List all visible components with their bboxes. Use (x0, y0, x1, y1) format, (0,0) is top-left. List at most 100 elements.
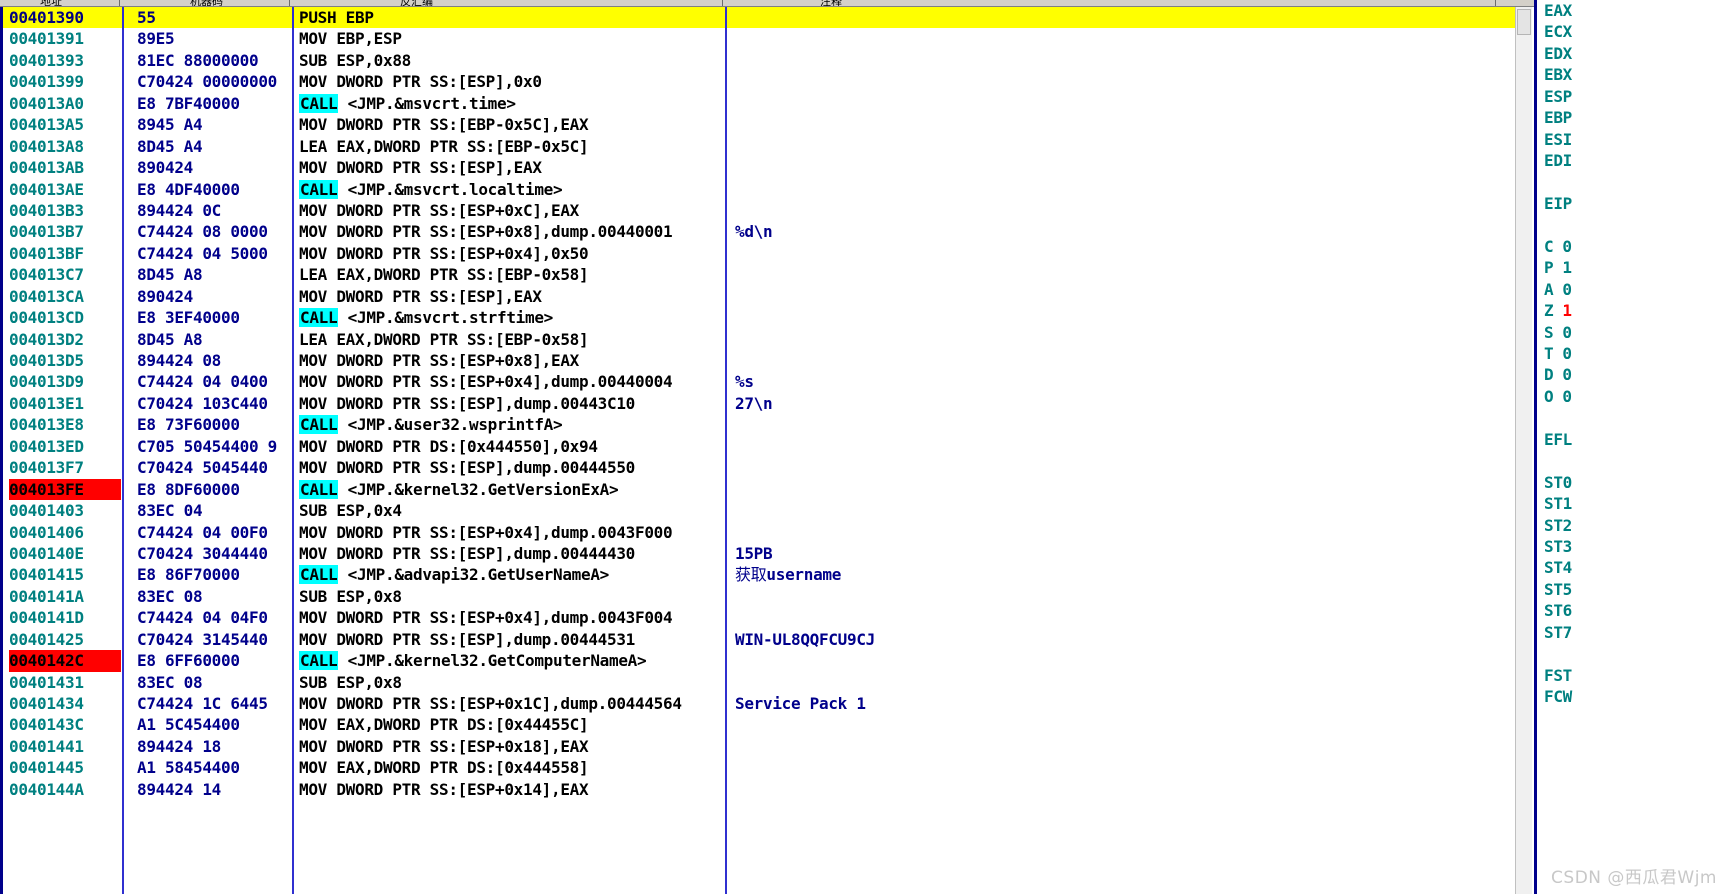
flag-a[interactable]: A0 (1537, 279, 1725, 300)
row-disassembly[interactable]: MOV DWORD PTR SS:[ESP+0x1C],dump.0044456… (299, 693, 723, 714)
fpu-status-fcw[interactable]: FCW (1537, 686, 1725, 707)
disassembly-row[interactable]: 004013CD E8 3EF40000 CALL <JMP.&msvcrt.str… (3, 307, 1515, 328)
row-address[interactable]: 004013B3 (9, 200, 121, 221)
row-address[interactable]: 004013A0 (9, 93, 121, 114)
row-machine-code[interactable]: 89E5 (137, 28, 289, 49)
row-machine-code[interactable]: 8D45 A8 (137, 264, 289, 285)
row-machine-code[interactable]: 83EC 08 (137, 586, 289, 607)
row-address[interactable]: 004013CA (9, 286, 121, 307)
flag-p[interactable]: P1 (1537, 257, 1725, 278)
disassembly-row[interactable]: 0040143C A1 5C454400 MOV EAX,DWORD PTR DS:… (3, 714, 1515, 735)
fpu-st1[interactable]: ST1 (1537, 493, 1725, 514)
row-disassembly[interactable]: MOV DWORD PTR SS:[ESP],dump.00444531 (299, 629, 723, 650)
row-address[interactable]: 004013AE (9, 179, 121, 200)
row-machine-code[interactable]: 890424 (137, 157, 289, 178)
row-disassembly[interactable]: CALL <JMP.&kernel32.GetComputerNameA> (299, 650, 723, 671)
flag-value[interactable]: 0 (1562, 323, 1572, 342)
column-header-comment[interactable]: 注释 (820, 0, 842, 6)
disassembly-row[interactable]: 004013D9 C74424 04 0400 MOV DWORD PTR SS:[… (3, 371, 1515, 392)
disassembly-row[interactable]: 00401415 E8 86F70000 CALL <JMP.&advapi32.G… (3, 564, 1515, 585)
row-address[interactable]: 00401406 (9, 522, 121, 543)
disassembly-row[interactable]: 0040140E C70424 3044440 MOV DWORD PTR SS:[… (3, 543, 1515, 564)
register-eflags[interactable]: EFL (1537, 429, 1725, 450)
disassembly-row[interactable]: 004013AE E8 4DF40000 CALL <JMP.&msvcrt.loc… (3, 179, 1515, 200)
row-address[interactable]: 0040140E (9, 543, 121, 564)
row-disassembly[interactable]: PUSH EBP (299, 7, 723, 28)
disassembly-row[interactable]: 0040144A 894424 14 MOV DWORD PTR SS:[ESP+0… (3, 779, 1515, 800)
row-disassembly[interactable]: MOV DWORD PTR SS:[ESP],dump.00443C10 (299, 393, 723, 414)
row-address[interactable]: 004013BF (9, 243, 121, 264)
disassembly-row[interactable]: 00401431 83EC 08 SUB ESP,0x8 (3, 672, 1515, 693)
disassembly-row[interactable]: 00401390 55 PUSH EBP (3, 7, 1515, 29)
row-address[interactable]: 00401445 (9, 757, 121, 778)
row-machine-code[interactable]: E8 7BF40000 (137, 93, 289, 114)
row-machine-code[interactable]: E8 3EF40000 (137, 307, 289, 328)
header-separator[interactable] (1495, 0, 1496, 6)
row-address[interactable]: 004013AB (9, 157, 121, 178)
flag-value[interactable]: 0 (1562, 387, 1572, 406)
row-address[interactable]: 004013D9 (9, 371, 121, 392)
disassembly-row[interactable]: 00401406 C74424 04 00F0 MOV DWORD PTR SS:[… (3, 522, 1515, 543)
row-machine-code[interactable]: C705 50454400 9 (137, 436, 289, 457)
disassembly-row[interactable]: 0040142C E8 6FF60000 CALL <JMP.&kernel32.G… (3, 650, 1515, 672)
disassembly-row[interactable]: 00401391 89E5 MOV EBP,ESP (3, 28, 1515, 49)
fpu-st2[interactable]: ST2 (1537, 515, 1725, 536)
disassembly-row[interactable]: 004013A8 8D45 A4 LEA EAX,DWORD PTR SS:[EBP… (3, 136, 1515, 157)
row-address[interactable]: 00401399 (9, 71, 121, 92)
disassembly-row[interactable]: 004013F7 C70424 5045440 MOV DWORD PTR SS:[… (3, 457, 1515, 478)
row-address[interactable]: 0040144A (9, 779, 121, 800)
row-machine-code[interactable]: 83EC 04 (137, 500, 289, 521)
disassembly-row[interactable]: 004013ED C705 50454400 9 MOV DWORD PTR DS:… (3, 436, 1515, 457)
row-address[interactable]: 004013A8 (9, 136, 121, 157)
row-address[interactable]: 0040142C (9, 650, 121, 672)
disassembly-pane[interactable]: 00401390 55 PUSH EBP 00401391 89E5 MOV EBP,ES… (0, 7, 1515, 894)
row-disassembly[interactable]: MOV DWORD PTR SS:[ESP],dump.00444430 (299, 543, 723, 564)
register-ecx[interactable]: ECX (1537, 21, 1725, 42)
register-edi[interactable]: EDI (1537, 150, 1725, 171)
row-disassembly[interactable]: SUB ESP,0x8 (299, 586, 723, 607)
row-disassembly[interactable]: MOV DWORD PTR SS:[ESP+0x18],EAX (299, 736, 723, 757)
row-disassembly[interactable]: MOV DWORD PTR SS:[ESP+0x4],dump.0043F000 (299, 522, 723, 543)
row-machine-code[interactable]: C74424 04 5000 (137, 243, 289, 264)
row-disassembly[interactable]: MOV DWORD PTR SS:[ESP+0x14],EAX (299, 779, 723, 800)
register-esp[interactable]: ESP (1537, 86, 1725, 107)
fpu-st6[interactable]: ST6 (1537, 600, 1725, 621)
register-eax[interactable]: EAX (1537, 0, 1725, 21)
header-separator[interactable] (289, 0, 290, 6)
row-disassembly[interactable]: MOV EAX,DWORD PTR DS:[0x444558] (299, 757, 723, 778)
row-address[interactable]: 004013E8 (9, 414, 121, 435)
row-address[interactable]: 004013A5 (9, 114, 121, 135)
row-address[interactable]: 004013C7 (9, 264, 121, 285)
disassembly-row[interactable]: 0040141A 83EC 08 SUB ESP,0x8 (3, 586, 1515, 607)
register-esi[interactable]: ESI (1537, 129, 1725, 150)
disassembly-row[interactable]: 004013CA 890424 MOV DWORD PTR SS:[ESP],EAX (3, 286, 1515, 307)
row-address[interactable]: 004013B7 (9, 221, 121, 242)
row-address[interactable]: 00401434 (9, 693, 121, 714)
row-address[interactable]: 00401415 (9, 564, 121, 585)
row-disassembly[interactable]: CALL <JMP.&advapi32.GetUserNameA> (299, 564, 723, 585)
column-header-disasm[interactable]: 反汇编 (400, 0, 433, 6)
row-disassembly[interactable]: MOV EAX,DWORD PTR DS:[0x44455C] (299, 714, 723, 735)
row-disassembly[interactable]: MOV EBP,ESP (299, 28, 723, 49)
row-machine-code[interactable]: C74424 04 04F0 (137, 607, 289, 628)
disassembly-row[interactable]: 004013A5 8945 A4 MOV DWORD PTR SS:[EBP-0x5… (3, 114, 1515, 135)
row-machine-code[interactable]: 55 (137, 7, 289, 28)
fpu-st5[interactable]: ST5 (1537, 579, 1725, 600)
row-machine-code[interactable]: C74424 04 00F0 (137, 522, 289, 543)
column-header-address[interactable]: 地址 (40, 0, 62, 6)
row-disassembly[interactable]: SUB ESP,0x4 (299, 500, 723, 521)
row-disassembly[interactable]: MOV DWORD PTR SS:[ESP+0x4],dump.00440004 (299, 371, 723, 392)
row-disassembly[interactable]: MOV DWORD PTR SS:[ESP+0x8],EAX (299, 350, 723, 371)
disassembly-row[interactable]: 00401425 C70424 3145440 MOV DWORD PTR SS:[… (3, 629, 1515, 650)
row-disassembly[interactable]: SUB ESP,0x88 (299, 50, 723, 71)
flag-d[interactable]: D0 (1537, 364, 1725, 385)
row-machine-code[interactable]: A1 58454400 (137, 757, 289, 778)
row-comment[interactable]: %s (735, 371, 1235, 392)
row-machine-code[interactable]: C70424 3145440 (137, 629, 289, 650)
row-disassembly[interactable]: LEA EAX,DWORD PTR SS:[EBP-0x58] (299, 329, 723, 350)
row-address[interactable]: 004013FE (9, 478, 121, 501)
header-separator[interactable] (119, 0, 120, 6)
flag-c[interactable]: C0 (1537, 236, 1725, 257)
fpu-st4[interactable]: ST4 (1537, 557, 1725, 578)
row-address[interactable]: 00401441 (9, 736, 121, 757)
